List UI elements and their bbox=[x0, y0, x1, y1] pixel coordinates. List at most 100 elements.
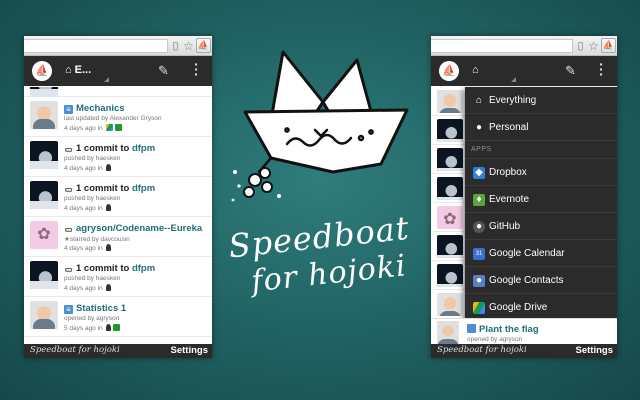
stream-selector[interactable]: ⌂ bbox=[472, 64, 482, 76]
settings-button[interactable]: Settings bbox=[576, 345, 613, 356]
stream-dropdown-menu: ⌂ Everything ● Personal APPS ◆ Dropbox ♦… bbox=[465, 87, 617, 344]
list-item[interactable]: ≡ Mechanics last updated by Alexander Gry… bbox=[24, 97, 212, 137]
avatar bbox=[437, 90, 463, 113]
menu-item-label: Google Calendar bbox=[489, 248, 565, 259]
item-title-prefix: 1 commit to bbox=[76, 183, 130, 194]
item-subtitle: pushed by haesken bbox=[64, 275, 121, 282]
menu-item-google-contacts[interactable]: ● Google Contacts bbox=[465, 267, 617, 294]
avatar bbox=[437, 206, 463, 229]
item-title-link[interactable]: dfpm bbox=[132, 143, 155, 154]
home-icon: ⌂ bbox=[65, 64, 72, 76]
list-item[interactable]: ▭agryson/Codename--Eureka ★starred by da… bbox=[24, 217, 212, 257]
list-item[interactable]: ▭ 1 commit to dfpm pushed by haesken 4 da… bbox=[24, 177, 212, 217]
item-time: 4 days ago in bbox=[64, 245, 103, 252]
github-icon bbox=[106, 244, 112, 251]
menu-item-github[interactable]: ● GitHub bbox=[465, 213, 617, 240]
menu-item-everything[interactable]: ⌂ Everything bbox=[465, 87, 617, 114]
list-item[interactable]: ▭ 1 commit to dfpm pushed by haesken 4 da… bbox=[24, 137, 212, 177]
dropbox-icon: ◆ bbox=[473, 167, 485, 179]
avatar bbox=[30, 261, 58, 289]
avatar bbox=[30, 141, 58, 169]
item-meta: 4 days ago in bbox=[64, 284, 112, 292]
right-phone-panel: ▯ ☆ ⛵ ⛵ ⌂ ✎ ··· ⌂ Everything ● Personal … bbox=[431, 36, 617, 358]
item-subtitle: opened by agryson bbox=[64, 315, 120, 322]
speedboat-extension-icon[interactable]: ⛵ bbox=[196, 38, 211, 53]
avatar bbox=[30, 87, 58, 97]
evernote-icon: ♦ bbox=[473, 194, 485, 206]
speedboat-logo-icon[interactable]: ⛵ bbox=[439, 61, 459, 81]
menu-item-google-calendar[interactable]: 31 Google Calendar bbox=[465, 240, 617, 267]
left-phone-panel: ▯ ☆ ⛵ ⛵ ⌂ E... ✎ · · · ≡ Mechanics last upda… bbox=[24, 36, 212, 358]
github-icon: ● bbox=[473, 221, 485, 233]
item-title-link[interactable]: dfpm bbox=[132, 183, 155, 194]
bookmark-star-icon[interactable]: ☆ bbox=[587, 39, 600, 53]
item-time: 4 days ago in bbox=[64, 285, 103, 292]
document-icon: ≡ bbox=[64, 105, 73, 114]
item-time: 4 days ago in bbox=[64, 205, 103, 212]
list-item[interactable] bbox=[24, 87, 212, 97]
repository-icon: ▭ bbox=[64, 185, 73, 194]
avatar bbox=[437, 177, 463, 200]
item-meta: 5 days ago in bbox=[64, 324, 121, 332]
google-calendar-icon: 31 bbox=[473, 248, 485, 260]
list-item[interactable]: Plant the flag opened by agryson bbox=[431, 318, 617, 344]
settings-button[interactable]: Settings bbox=[171, 345, 208, 356]
activity-feed: ≡ Mechanics last updated by Alexander Gry… bbox=[24, 87, 212, 344]
browser-toolbar: ▯ ☆ ⛵ bbox=[431, 36, 617, 56]
google-drive-icon bbox=[473, 302, 485, 314]
app-service-icon bbox=[115, 124, 123, 131]
menu-section-apps: APPS bbox=[465, 141, 617, 159]
item-meta: 4 days ago in bbox=[64, 204, 112, 212]
item-title-link[interactable]: Plant the flag bbox=[479, 324, 539, 335]
menu-item-label: Google Drive bbox=[489, 302, 548, 313]
bookmark-star-icon[interactable]: ☆ bbox=[182, 39, 195, 53]
address-bar[interactable] bbox=[431, 39, 573, 53]
menu-item-google-drive[interactable]: Google Drive bbox=[465, 294, 617, 321]
google-drive-icon bbox=[106, 124, 114, 131]
person-icon: ● bbox=[475, 122, 483, 133]
dropdown-corner-icon bbox=[104, 77, 109, 82]
menu-item-label: Everything bbox=[489, 95, 537, 106]
menu-item-dropbox[interactable]: ◆ Dropbox bbox=[465, 159, 617, 186]
item-title-link[interactable]: Statistics 1 bbox=[76, 303, 126, 314]
menu-item-evernote[interactable]: ♦ Evernote bbox=[465, 186, 617, 213]
page-icon[interactable]: ▯ bbox=[169, 39, 182, 53]
github-icon bbox=[106, 324, 112, 331]
pencil-icon[interactable]: ✎ bbox=[158, 63, 169, 79]
avatar bbox=[437, 264, 463, 287]
item-meta: 4 days ago in bbox=[64, 164, 112, 172]
app-header: ⛵ ⌂ ✎ · · · bbox=[431, 56, 617, 86]
pencil-icon[interactable]: ✎ bbox=[565, 63, 576, 79]
menu-item-personal[interactable]: ● Personal bbox=[465, 114, 617, 141]
overflow-menu-icon[interactable]: · · · bbox=[599, 57, 604, 81]
item-title[interactable]: Mechanics bbox=[76, 103, 125, 114]
spreadsheet-icon: ≡ bbox=[64, 305, 73, 314]
menu-item-label: GitHub bbox=[489, 221, 521, 232]
dropdown-corner-icon bbox=[511, 77, 516, 82]
item-subtitle: pushed by haesken bbox=[64, 155, 121, 162]
item-title-link[interactable]: dfpm bbox=[132, 263, 155, 274]
list-item[interactable]: ▭ 1 commit to dfpm pushed by haesken 4 da… bbox=[24, 257, 212, 297]
speedboat-logo-icon[interactable]: ⛵ bbox=[32, 61, 52, 81]
avatar bbox=[437, 119, 463, 142]
footer-brand: Speedboat for hojoki bbox=[30, 345, 120, 355]
page-icon[interactable]: ▯ bbox=[574, 39, 587, 53]
stream-selector[interactable]: ⌂ E... bbox=[65, 64, 91, 76]
item-time: 4 days ago in bbox=[64, 165, 103, 172]
item-meta: 4 days ago in bbox=[64, 244, 112, 252]
github-icon bbox=[106, 284, 112, 291]
home-icon: ⌂ bbox=[475, 95, 483, 106]
item-title-link[interactable]: agryson/Codename--Eureka bbox=[76, 223, 202, 234]
stream-selector-label: E... bbox=[74, 64, 92, 76]
speedboat-extension-icon[interactable]: ⛵ bbox=[601, 38, 616, 53]
avatar bbox=[30, 221, 58, 249]
avatar bbox=[437, 235, 463, 258]
avatar bbox=[437, 293, 463, 316]
list-item[interactable]: ≡ Statistics 1 opened by agryson 5 days a… bbox=[24, 297, 212, 337]
menu-item-label: Google Contacts bbox=[489, 275, 564, 286]
item-meta: 4 days ago in bbox=[64, 124, 123, 132]
avatar bbox=[30, 101, 58, 129]
overflow-menu-icon[interactable]: · · · bbox=[194, 57, 199, 81]
address-bar[interactable] bbox=[24, 39, 168, 53]
item-time: 5 days ago in bbox=[64, 325, 103, 332]
